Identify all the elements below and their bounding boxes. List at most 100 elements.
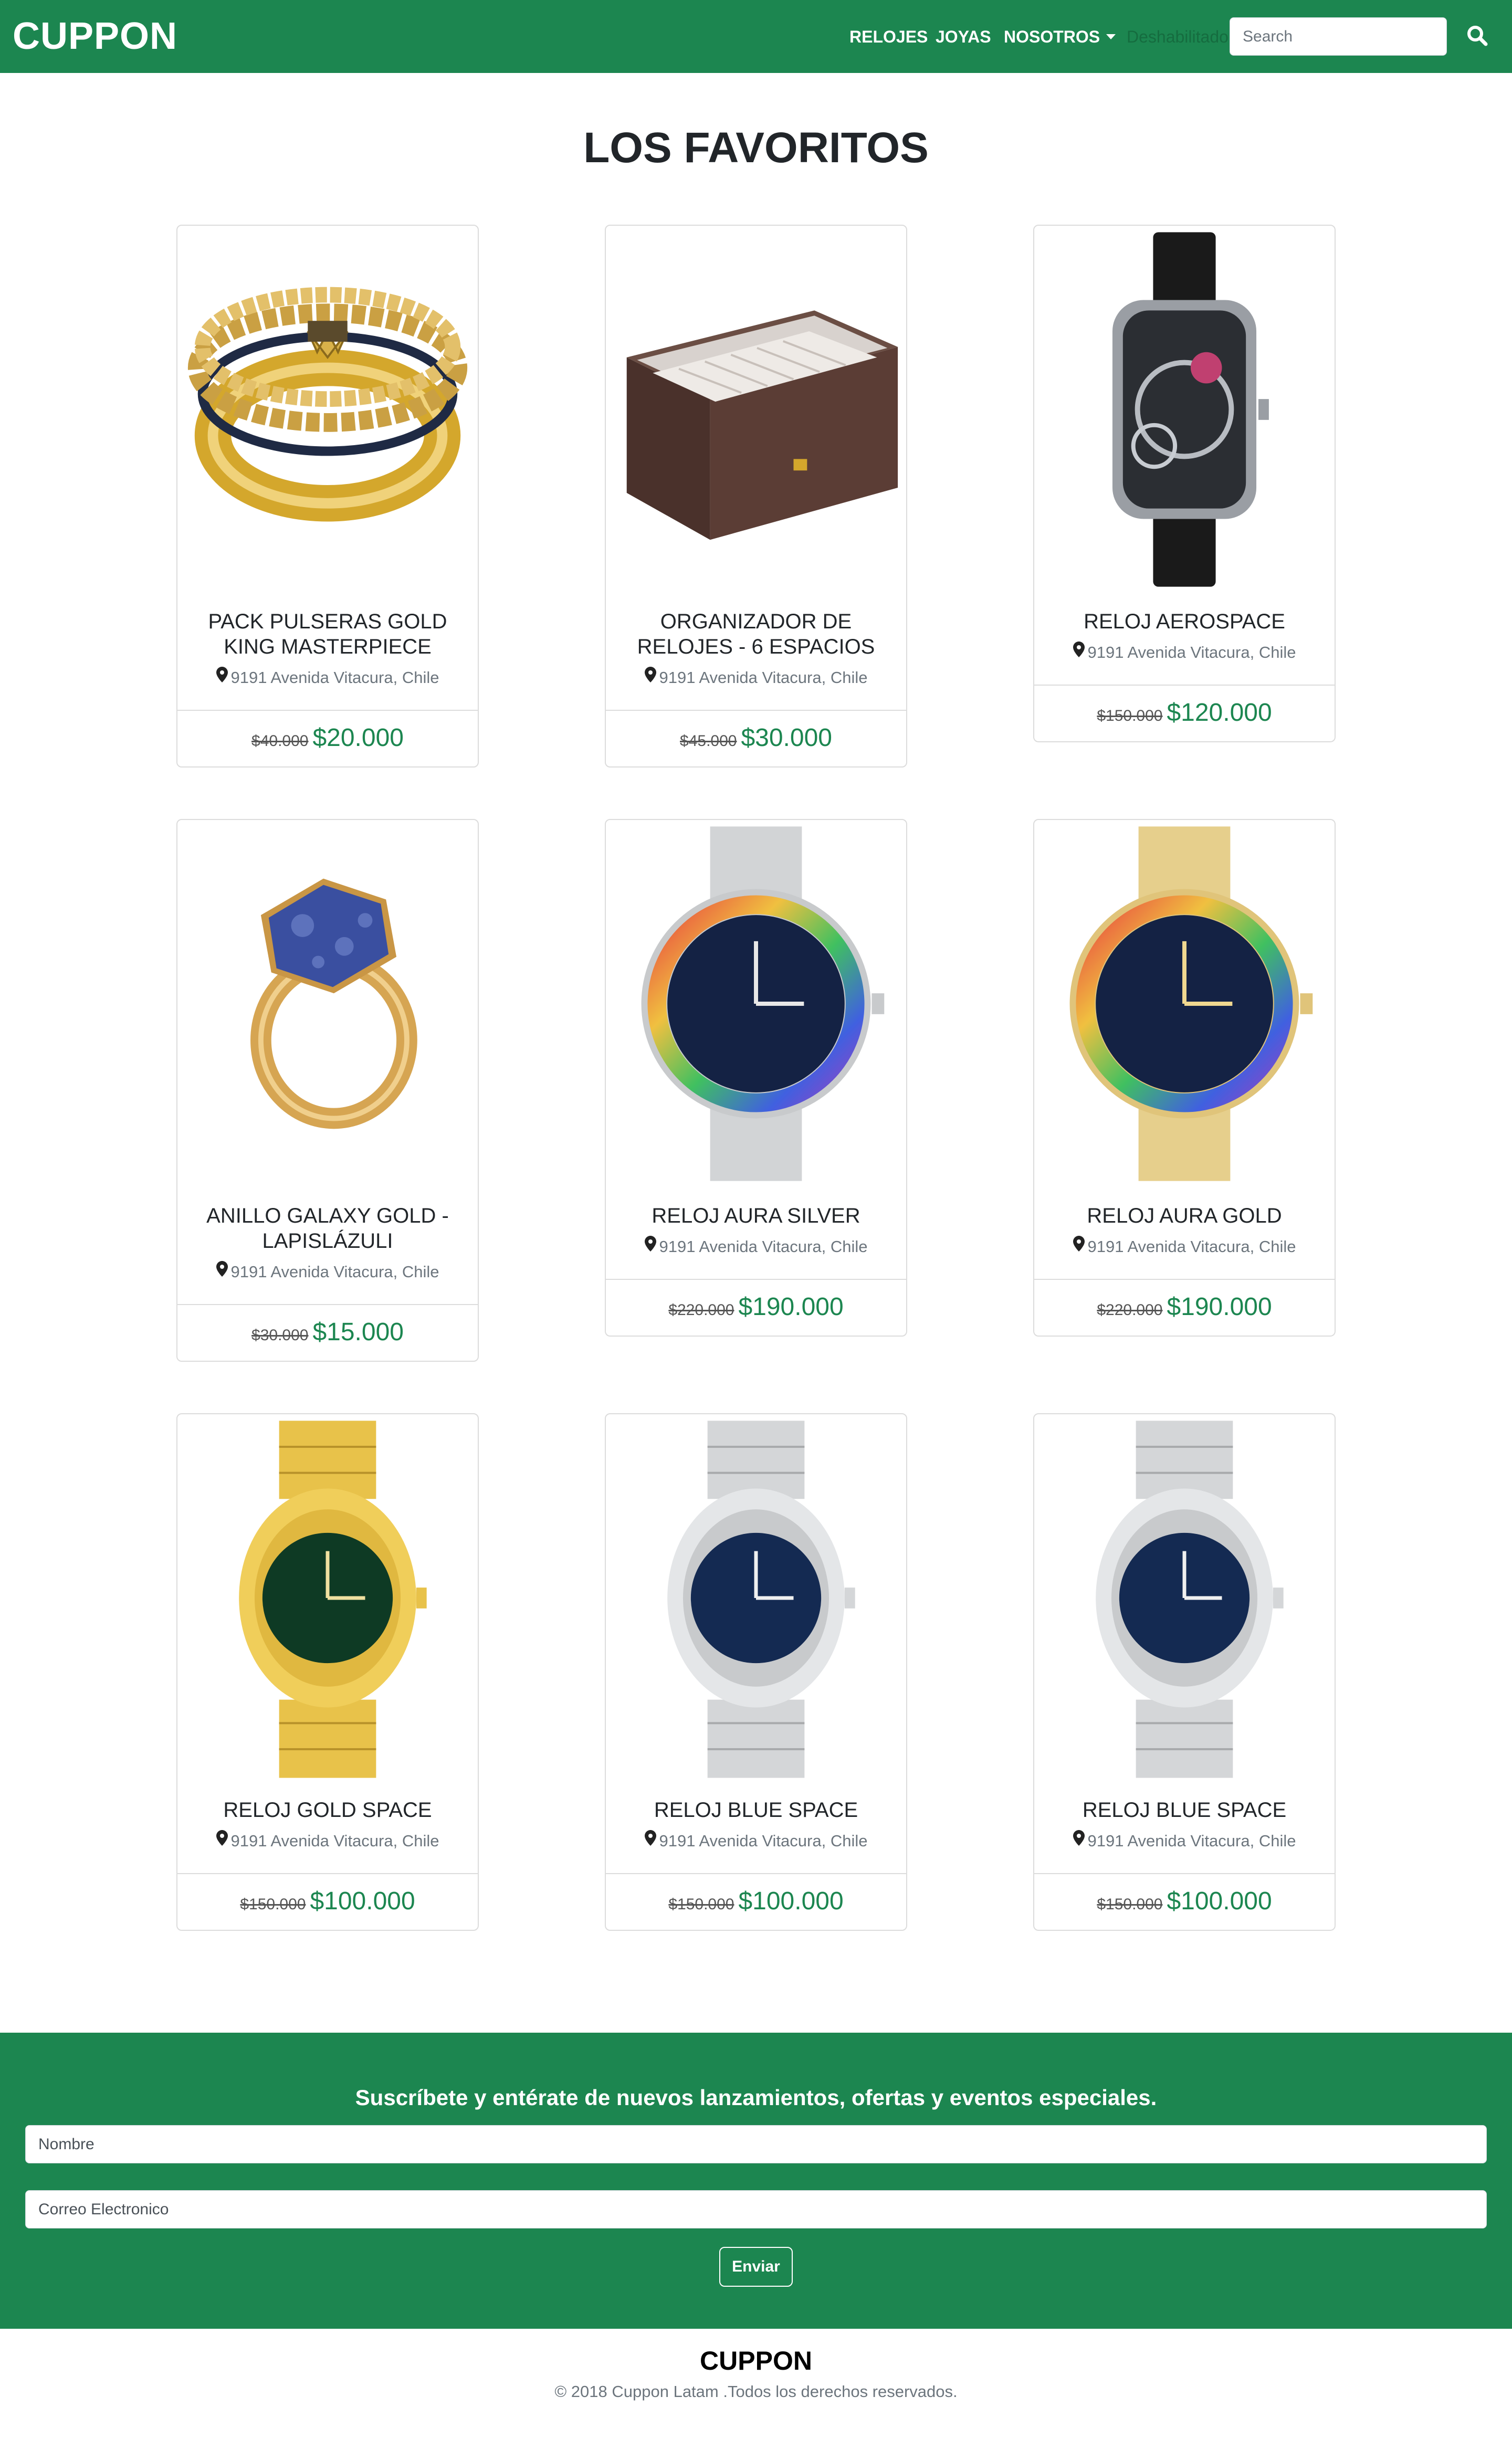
skeleton-watch-image [1034,226,1335,593]
brand-logo[interactable]: CUPPON [13,12,177,61]
old-price: $220.000 [1097,1301,1163,1319]
old-price: $220.000 [668,1301,734,1319]
product-location-text: 9191 Avenida Vitacura, Chile [659,668,868,687]
product-location: 9191 Avenida Vitacura, Chile [1034,1236,1335,1258]
product-location: 9191 Avenida Vitacura, Chile [606,1236,906,1258]
navbar: CUPPON RELOJES JOYAS NOSOTROS Deshabilit… [0,0,1512,73]
product-location-text: 9191 Avenida Vitacura, Chile [230,1832,439,1850]
product-location: 9191 Avenida Vitacura, Chile [606,667,906,689]
product-price-bar: $220.000 $190.000 [1034,1279,1335,1336]
product-location-text: 9191 Avenida Vitacura, Chile [659,1832,868,1850]
blue-space-watch-image [1034,1414,1335,1782]
product-title: ORGANIZADOR DE RELOJES - 6 ESPACIOS [637,610,875,658]
product-location-text: 9191 Avenida Vitacura, Chile [230,1263,439,1281]
nav-link-joyas[interactable]: JOYAS [936,26,991,47]
product-location: 9191 Avenida Vitacura, Chile [1034,642,1335,664]
product-location-text: 9191 Avenida Vitacura, Chile [230,668,439,687]
product-location: 9191 Avenida Vitacura, Chile [177,1830,478,1852]
nav-link-disabled: Deshabilitado [1127,27,1228,46]
price: $120.000 [1167,699,1272,727]
product-title: ANILLO GALAXY GOLD - LAPISLÁZULI [206,1204,449,1253]
old-price: $150.000 [1097,707,1163,724]
product-location: 9191 Avenida Vitacura, Chile [606,1830,906,1852]
product-location-text: 9191 Avenida Vitacura, Chile [1087,1237,1296,1256]
product-location: 9191 Avenida Vitacura, Chile [177,667,478,689]
product-location: 9191 Avenida Vitacura, Chile [1034,1830,1335,1852]
gold-space-watch-image [177,1414,478,1782]
price: $15.000 [312,1318,404,1346]
product-price-bar: $30.000 $15.000 [177,1304,478,1361]
email-field[interactable] [25,2190,1487,2228]
product-card[interactable]: RELOJ GOLD SPACE 9191 Avenida Vitacura, … [176,1413,479,1931]
gold-bracelets-image [177,226,478,593]
search-input[interactable] [1230,17,1447,56]
price: $100.000 [1167,1887,1272,1915]
map-pin-icon [1073,1830,1085,1851]
nav-dropdown-nosotros[interactable]: NOSOTROS [1004,26,1116,47]
map-pin-icon [1073,1236,1085,1256]
product-location-text: 9191 Avenida Vitacura, Chile [1087,643,1296,661]
product-title: PACK PULSERAS GOLD KING MASTERPIECE [208,610,447,658]
search-icon[interactable] [1465,23,1490,48]
map-pin-icon [216,1261,228,1281]
product-location: 9191 Avenida Vitacura, Chile [177,1261,478,1283]
aura-gold-watch-image [1034,820,1335,1187]
product-card[interactable]: ANILLO GALAXY GOLD - LAPISLÁZULI 9191 Av… [176,819,479,1362]
product-title: RELOJ AURA SILVER [652,1204,860,1227]
section-title: LOS FAVORITOS [583,124,929,172]
price: $100.000 [738,1887,844,1915]
product-price-bar: $40.000 $20.000 [177,710,478,766]
old-price: $150.000 [1097,1896,1163,1913]
newsletter-title: Suscríbete y entérate de nuevos lanzamie… [355,2085,1157,2110]
nav-link-relojes[interactable]: RELOJES [849,26,928,47]
old-price: $150.000 [240,1896,306,1913]
price: $20.000 [312,724,404,752]
map-pin-icon [216,667,228,687]
product-price-bar: $150.000 $100.000 [177,1873,478,1930]
caret-down-icon [1106,34,1116,39]
product-title: RELOJ AURA GOLD [1087,1204,1282,1227]
product-title: RELOJ AEROSPACE [1084,610,1285,633]
lapis-ring-image [177,820,478,1187]
product-card[interactable]: RELOJ BLUE SPACE 9191 Avenida Vitacura, … [1033,1413,1336,1931]
product-price-bar: $150.000 $100.000 [606,1873,906,1930]
product-card[interactable]: RELOJ AURA SILVER 9191 Avenida Vitacura,… [605,819,907,1337]
old-price: $150.000 [668,1896,734,1913]
map-pin-icon [644,1830,656,1851]
price: $100.000 [310,1887,415,1915]
product-title: RELOJ BLUE SPACE [654,1799,858,1822]
submit-button[interactable]: Enviar [719,2247,793,2287]
old-price: $40.000 [251,732,309,750]
map-pin-icon [644,1236,656,1256]
product-price-bar: $45.000 $30.000 [606,710,906,766]
product-title: RELOJ GOLD SPACE [223,1799,432,1822]
name-field[interactable] [25,2125,1487,2163]
product-price-bar: $150.000 $120.000 [1034,685,1335,741]
price: $190.000 [1167,1293,1272,1321]
old-price: $45.000 [680,732,737,750]
product-card[interactable]: RELOJ BLUE SPACE 9191 Avenida Vitacura, … [605,1413,907,1931]
product-price-bar: $150.000 $100.000 [1034,1873,1335,1930]
nav-link-nosotros-label: NOSOTROS [1004,27,1100,46]
old-price: $30.000 [251,1327,309,1344]
product-card[interactable]: ORGANIZADOR DE RELOJES - 6 ESPACIOS 9191… [605,225,907,768]
watch-box-image [606,226,906,593]
price: $30.000 [741,724,832,752]
footer-brand: CUPPON [700,2346,812,2375]
product-location-text: 9191 Avenida Vitacura, Chile [1087,1832,1296,1850]
aura-silver-watch-image [606,820,906,1187]
product-card[interactable]: PACK PULSERAS GOLD KING MASTERPIECE 9191… [176,225,479,768]
blue-space-watch-image [606,1414,906,1782]
map-pin-icon [644,667,656,687]
price: $190.000 [738,1293,844,1321]
map-pin-icon [216,1830,228,1851]
site-footer: CUPPON © 2018 Cuppon Latam .Todos los de… [0,2329,1512,2439]
map-pin-icon [1073,642,1085,662]
product-location-text: 9191 Avenida Vitacura, Chile [659,1237,868,1256]
product-price-bar: $220.000 $190.000 [606,1279,906,1336]
copyright-text: © 2018 Cuppon Latam .Todos los derechos … [554,2382,958,2401]
product-card[interactable]: RELOJ AURA GOLD 9191 Avenida Vitacura, C… [1033,819,1336,1337]
product-title: RELOJ BLUE SPACE [1082,1799,1287,1822]
newsletter-section: Suscríbete y entérate de nuevos lanzamie… [0,2033,1512,2329]
product-card[interactable]: RELOJ AEROSPACE 9191 Avenida Vitacura, C… [1033,225,1336,742]
